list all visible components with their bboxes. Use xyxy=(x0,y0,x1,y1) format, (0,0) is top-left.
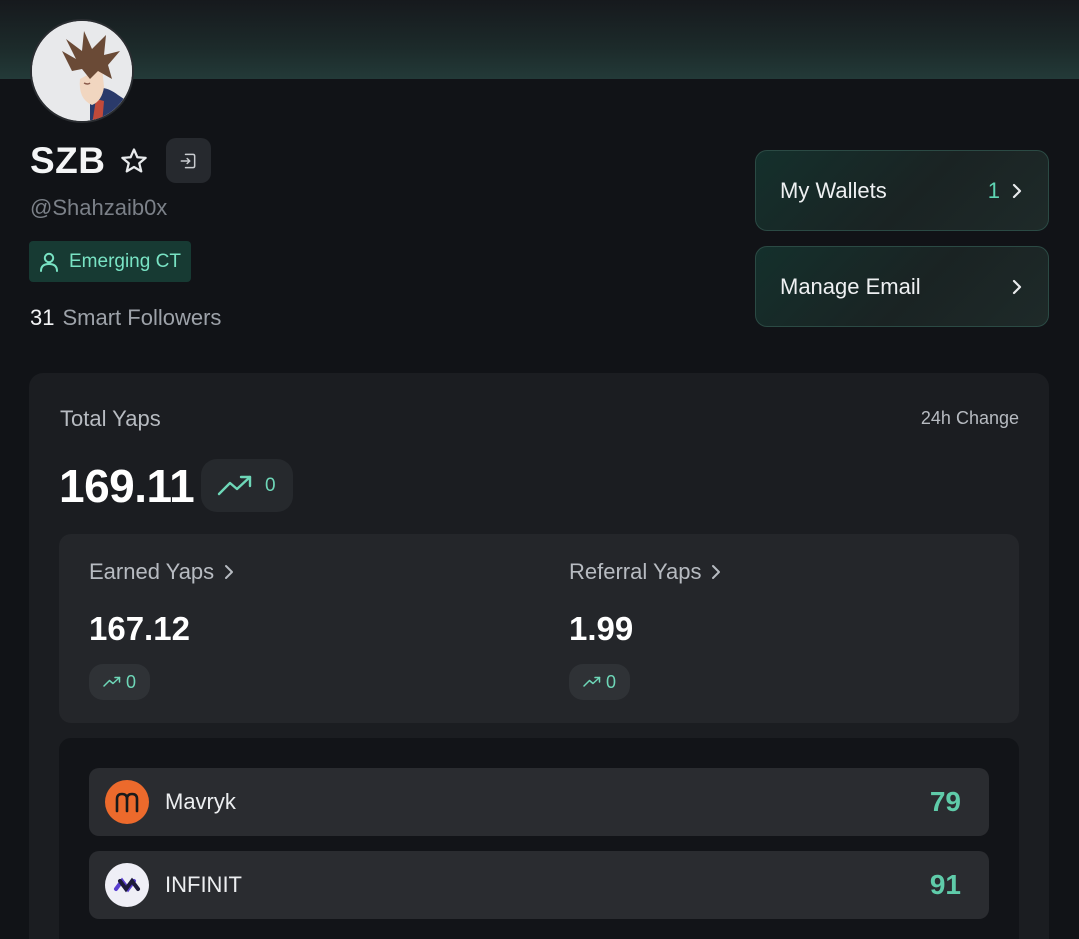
chevron-right-icon xyxy=(225,565,234,579)
email-label: Manage Email xyxy=(780,273,921,299)
total-yaps-value: 169.11 xyxy=(59,460,195,512)
infinit-logo-icon xyxy=(105,863,149,907)
total-change-value: 0 xyxy=(265,474,276,496)
badge-label: Emerging CT xyxy=(69,250,181,272)
project-list: Mavryk 79 INFINIT 91 xyxy=(59,738,1019,939)
total-change-pill: 0 xyxy=(201,459,293,512)
referral-change-pill: 0 xyxy=(569,664,630,700)
total-yaps-label: Total Yaps xyxy=(60,406,161,431)
profile-handle: @Shahzaib0x xyxy=(30,195,168,220)
earned-yaps-label: Earned Yaps xyxy=(89,559,215,584)
chevron-right-icon xyxy=(1012,183,1022,198)
referral-yaps-link[interactable]: Referral Yaps xyxy=(569,559,721,585)
logout-button[interactable] xyxy=(165,138,211,183)
referral-yaps-label: Referral Yaps xyxy=(569,559,702,584)
earned-yaps-value: 167.12 xyxy=(89,610,190,647)
name-row: SZB xyxy=(30,138,211,183)
project-score: 79 xyxy=(929,786,961,817)
list-item[interactable]: INFINIT 91 xyxy=(89,851,989,919)
status-badge: Emerging CT xyxy=(29,241,191,282)
yaps-breakdown: Earned Yaps 167.12 0 Referral Yaps 1.99 … xyxy=(59,534,1019,723)
yaps-panel: Total Yaps 24h Change 169.11 0 Earned Ya… xyxy=(29,373,1049,939)
manage-email-button[interactable]: Manage Email xyxy=(755,246,1049,327)
followers-count: 31 xyxy=(30,305,55,330)
project-name: Mavryk xyxy=(165,789,236,814)
user-icon xyxy=(40,252,58,272)
wallets-label: My Wallets xyxy=(780,177,887,203)
earned-change-value: 0 xyxy=(126,671,137,692)
list-item[interactable]: Mavryk 79 xyxy=(89,768,989,836)
star-icon[interactable] xyxy=(118,145,150,177)
trending-up-icon xyxy=(217,475,252,495)
change-label: 24h Change xyxy=(920,408,1019,428)
profile-name: SZB xyxy=(30,139,106,181)
chevron-right-icon xyxy=(1012,279,1022,294)
referral-yaps-value: 1.99 xyxy=(569,610,634,647)
project-name: INFINIT xyxy=(165,872,242,897)
logout-icon xyxy=(180,153,196,168)
trending-up-icon xyxy=(103,676,121,687)
trending-up-icon xyxy=(583,676,601,687)
mavryk-logo-icon xyxy=(105,780,149,824)
my-wallets-button[interactable]: My Wallets 1 xyxy=(755,150,1049,231)
followers-label: Smart Followers xyxy=(62,305,222,330)
avatar[interactable] xyxy=(30,19,134,123)
smart-followers: 31 Smart Followers xyxy=(30,305,221,331)
earned-yaps-link[interactable]: Earned Yaps xyxy=(89,559,234,585)
referral-change-value: 0 xyxy=(606,671,617,692)
project-score: 91 xyxy=(929,869,961,900)
earned-change-pill: 0 xyxy=(89,664,150,700)
wallets-count: 1 xyxy=(987,177,1000,203)
chevron-right-icon xyxy=(712,565,721,579)
profile-banner xyxy=(0,0,1079,79)
